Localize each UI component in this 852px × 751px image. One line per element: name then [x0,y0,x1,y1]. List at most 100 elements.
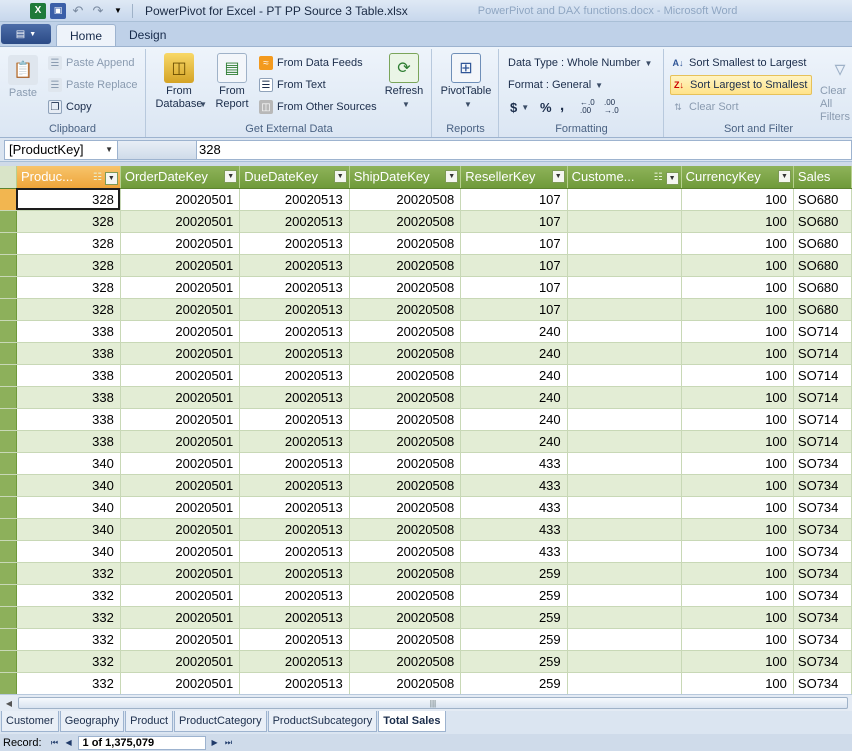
table-cell[interactable]: 100 [681,254,794,277]
sheet-tab[interactable]: Geography [59,711,125,732]
increase-decimal-button[interactable]: ←.0 .00 [580,97,604,117]
table-cell[interactable] [567,606,682,629]
column-header-productkey[interactable]: Produc... ☷ ▼ [16,166,121,189]
table-cell[interactable]: 20020513 [239,562,350,585]
currency-button[interactable]: $ ▼ [510,97,529,117]
table-row[interactable]: 338 20020501 20020513 20020508 240 100 SO714 [0,320,852,343]
filter-dropdown-icon[interactable]: ▼ [445,170,459,184]
table-cell[interactable]: 20020513 [239,452,350,475]
table-cell[interactable]: 20020501 [120,430,241,453]
paste-replace-button[interactable]: ☰ Paste Replace [48,75,138,95]
percent-button[interactable]: % [540,97,552,117]
table-cell[interactable]: 20020501 [120,628,241,651]
row-selector[interactable] [0,606,17,629]
table-cell[interactable]: SO734 [793,584,852,607]
scroll-left-icon[interactable]: ◀ [2,697,16,709]
row-selector[interactable] [0,210,17,233]
table-cell[interactable] [567,518,682,541]
table-cell[interactable]: SO680 [793,210,852,233]
table-cell[interactable]: 100 [681,518,794,541]
row-selector[interactable] [0,430,17,453]
sheet-tab[interactable]: Product [125,711,174,732]
table-cell[interactable]: 20020501 [120,210,241,233]
table-cell[interactable] [567,540,682,563]
table-cell[interactable]: SO734 [793,628,852,651]
table-cell[interactable]: SO714 [793,408,852,431]
table-cell[interactable]: 107 [460,232,568,255]
table-cell[interactable]: 20020501 [120,188,241,211]
from-data-feeds-button[interactable]: ≈ From Data Feeds [259,53,363,73]
table-cell[interactable]: 332 [16,606,121,629]
table-cell[interactable]: 100 [681,628,794,651]
table-cell[interactable]: 259 [460,628,568,651]
table-cell[interactable] [567,408,682,431]
table-cell[interactable]: 20020501 [120,496,241,519]
table-cell[interactable]: 100 [681,232,794,255]
table-cell[interactable]: 338 [16,320,121,343]
paste-button[interactable]: 📋 Paste [6,55,40,100]
table-cell[interactable] [567,210,682,233]
table-cell[interactable]: 20020508 [349,364,462,387]
table-cell[interactable]: 20020501 [120,584,241,607]
table-cell[interactable]: 20020508 [349,386,462,409]
table-cell[interactable]: 20020508 [349,342,462,365]
table-cell[interactable]: 433 [460,496,568,519]
previous-record-icon[interactable]: ◀ [62,736,76,750]
table-cell[interactable]: 20020501 [120,562,241,585]
table-cell[interactable]: 338 [16,408,121,431]
table-cell[interactable]: 338 [16,386,121,409]
table-cell[interactable]: 100 [681,386,794,409]
table-cell[interactable]: SO714 [793,320,852,343]
table-cell[interactable]: 20020513 [239,540,350,563]
row-selector[interactable] [0,584,17,607]
table-cell[interactable]: 328 [16,232,121,255]
sort-largest-to-smallest-button[interactable]: Z↓ Sort Largest to Smallest [670,75,813,95]
table-row[interactable]: 338 20020501 20020513 20020508 240 100 SO714 [0,408,852,431]
table-row[interactable]: 328 20020501 20020513 20020508 107 100 SO680 [0,298,852,321]
table-cell[interactable]: 20020508 [349,562,462,585]
table-cell[interactable]: 328 [16,298,121,321]
file-menu-button[interactable]: ▤ ▼ [1,24,51,44]
table-cell[interactable] [567,298,682,321]
copy-button[interactable]: ❐ Copy [48,97,92,117]
table-cell[interactable]: 20020513 [239,628,350,651]
table-row[interactable]: 332 20020501 20020513 20020508 259 100 SO734 [0,628,852,651]
table-cell[interactable]: 240 [460,320,568,343]
first-record-icon[interactable]: ⏮ [48,736,62,750]
horizontal-scrollbar[interactable]: ◀ ||| [0,694,852,711]
table-cell[interactable]: 20020513 [239,496,350,519]
column-header-resellerkey[interactable]: ResellerKey ▼ [460,166,568,189]
table-cell[interactable]: 100 [681,562,794,585]
row-selector[interactable] [0,650,17,673]
table-cell[interactable]: 100 [681,606,794,629]
table-cell[interactable]: 20020513 [239,298,350,321]
sheet-tab[interactable]: Customer [1,711,59,732]
sheet-tab[interactable]: Total Sales [378,711,446,732]
table-cell[interactable]: 20020513 [239,232,350,255]
chevron-down-icon[interactable]: ▼ [105,145,113,154]
table-cell[interactable]: 100 [681,320,794,343]
table-cell[interactable]: 107 [460,276,568,299]
table-cell[interactable]: 332 [16,562,121,585]
table-cell[interactable] [567,496,682,519]
table-cell[interactable]: SO734 [793,650,852,673]
table-cell[interactable]: 107 [460,298,568,321]
table-row[interactable]: 340 20020501 20020513 20020508 433 100 SO734 [0,474,852,497]
table-cell[interactable]: 20020513 [239,474,350,497]
row-selector[interactable] [0,496,17,519]
table-cell[interactable]: 340 [16,474,121,497]
table-cell[interactable]: 20020513 [239,672,350,694]
table-cell[interactable]: 240 [460,342,568,365]
from-other-sources-button[interactable]: ◫ From Other Sources [259,97,377,117]
table-cell[interactable]: SO714 [793,364,852,387]
table-cell[interactable]: SO734 [793,540,852,563]
table-cell[interactable]: 20020513 [239,210,350,233]
table-cell[interactable]: SO734 [793,452,852,475]
table-cell[interactable]: 20020513 [239,430,350,453]
table-cell[interactable] [567,342,682,365]
table-cell[interactable] [567,386,682,409]
table-cell[interactable]: 20020508 [349,540,462,563]
table-row[interactable]: 332 20020501 20020513 20020508 259 100 SO734 [0,650,852,673]
table-row[interactable]: 332 20020501 20020513 20020508 259 100 SO734 [0,584,852,607]
table-cell[interactable]: 240 [460,430,568,453]
